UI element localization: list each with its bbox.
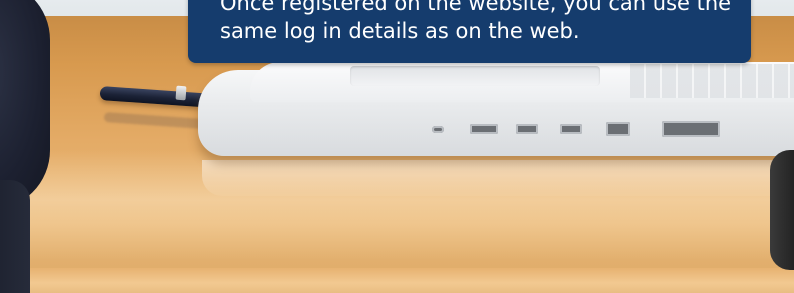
person-silhouette: [0, 0, 50, 210]
laptop-keyboard: [630, 64, 794, 98]
caption-box: Once registered on the website, you can …: [188, 0, 751, 63]
port-dvi: [662, 121, 720, 137]
caption-line-1: Once registered on the website, you can …: [220, 0, 732, 15]
right-object: [770, 150, 794, 270]
caption-line-2: same log in details as on the web.: [220, 19, 580, 43]
pen-clip: [175, 85, 187, 101]
port-usb-3: [560, 124, 582, 134]
port-ethernet: [606, 122, 630, 136]
hero-image: Once registered on the website, you can …: [0, 0, 794, 293]
port-lock: [432, 126, 444, 133]
laptop-trackpad: [350, 66, 600, 86]
person-lower: [0, 180, 30, 293]
laptop-reflection: [202, 160, 794, 196]
caption-text: Once registered on the website, you can …: [220, 0, 731, 45]
laptop-ports: [430, 121, 730, 144]
port-usb-2: [516, 124, 538, 134]
port-usb-1: [470, 124, 498, 134]
desk-edge: [0, 268, 794, 293]
